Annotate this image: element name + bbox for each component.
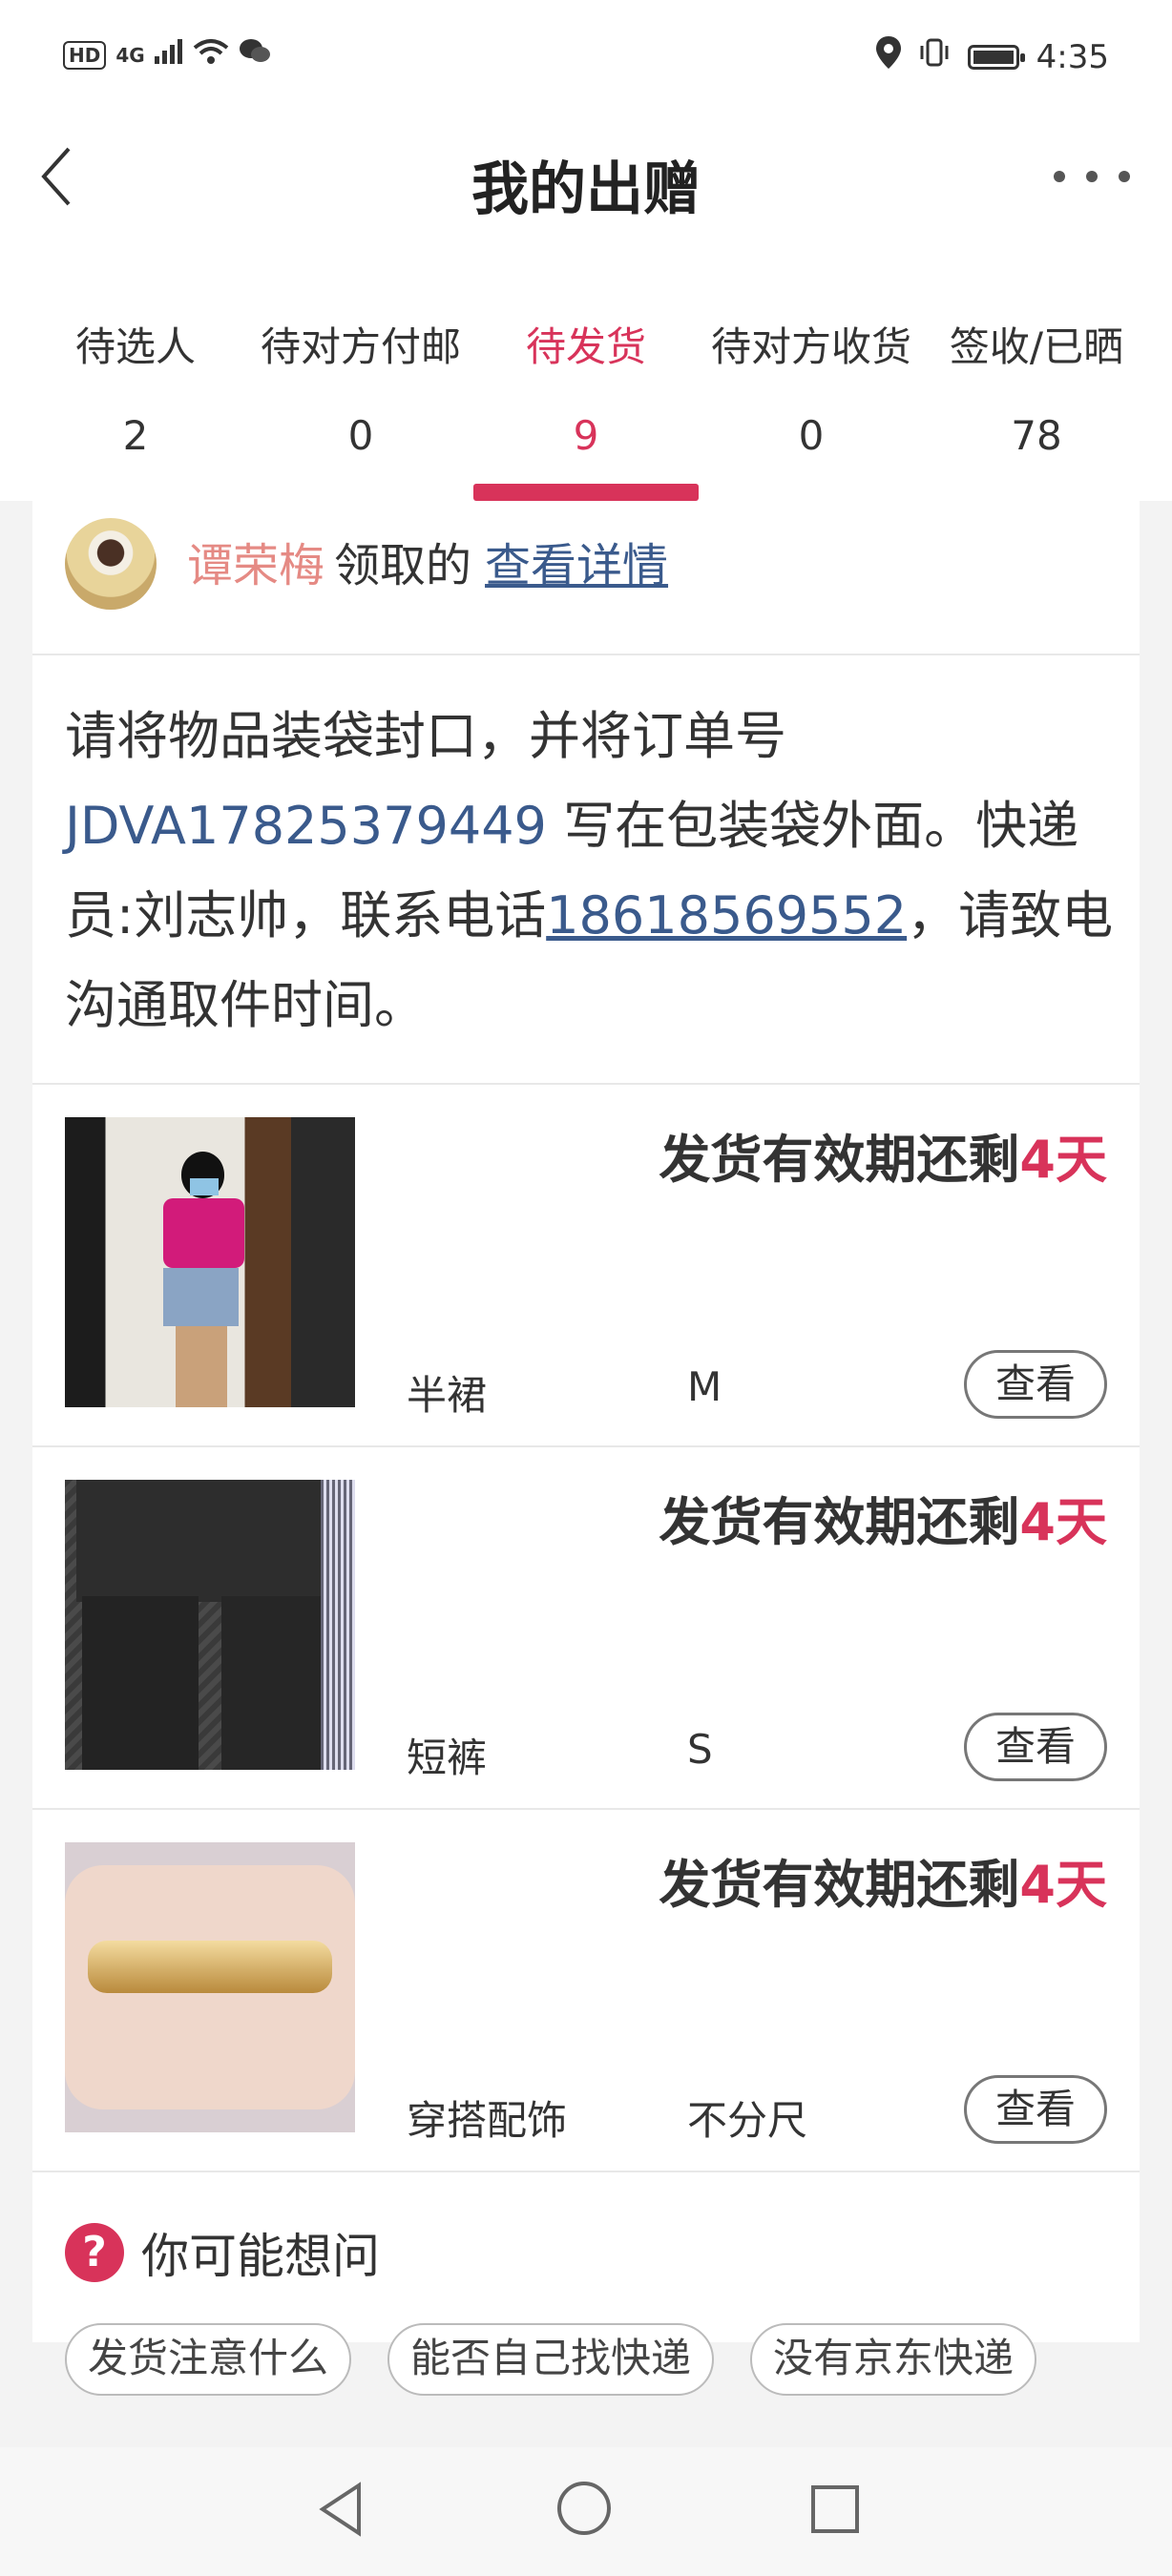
receiver-row: 谭荣梅 领取的 查看详情 bbox=[32, 501, 1140, 655]
order-card: 谭荣梅 领取的 查看详情 请将物品装袋封口，并将订单号 JDVA1782537944… bbox=[32, 501, 1140, 2396]
deadline-days: 4天 bbox=[1019, 1492, 1107, 1552]
more-dot bbox=[1119, 171, 1130, 182]
courier-phone-link[interactable]: 18618569552 bbox=[546, 885, 907, 945]
view-details-link[interactable]: 查看详情 bbox=[485, 539, 668, 592]
status-time: 4:35 bbox=[1036, 37, 1109, 76]
view-button[interactable]: 查看 bbox=[964, 1713, 1107, 1781]
more-options-button[interactable] bbox=[1054, 143, 1130, 210]
location-icon bbox=[875, 36, 901, 77]
item-size: M bbox=[687, 1363, 722, 1410]
tab-count: 78 bbox=[1011, 412, 1062, 459]
status-tabs: 待选人 2 待对方付邮 0 待发货 9 待对方收货 0 签收/已晒 78 bbox=[0, 239, 1172, 501]
item-category: 穿搭配饰 bbox=[407, 2097, 568, 2144]
tab-waiting-select[interactable]: 待选人 2 bbox=[23, 239, 248, 501]
item-category: 短裤 bbox=[407, 1735, 488, 1781]
tab-label: 待对方收货 bbox=[710, 323, 911, 370]
tab-count: 2 bbox=[122, 412, 149, 459]
faq-chip[interactable]: 能否自己找快递 bbox=[387, 2323, 715, 2396]
list-item: 发货有效期还剩4天 半裙 M 查看 bbox=[32, 1085, 1140, 1447]
tab-count: 0 bbox=[798, 412, 825, 459]
deadline-days: 4天 bbox=[1019, 1855, 1107, 1915]
faq-title: 你可能想问 bbox=[141, 2229, 380, 2284]
hd-badge: HD bbox=[63, 40, 107, 70]
receiver-line: 谭荣梅 领取的 查看详情 bbox=[187, 528, 668, 594]
order-number: JDVA17825379449 bbox=[65, 796, 547, 856]
item-size: 不分尺 bbox=[687, 2097, 808, 2144]
item-category: 半裙 bbox=[407, 1372, 488, 1419]
triangle-back-icon bbox=[319, 2482, 361, 2537]
item-thumbnail[interactable] bbox=[65, 1842, 355, 2132]
deadline-days: 4天 bbox=[1019, 1130, 1107, 1190]
shipping-instruction: 请将物品装袋封口，并将订单号 JDVA17825379449 写在包装袋外面。快… bbox=[65, 692, 1115, 1050]
view-button[interactable]: 查看 bbox=[964, 1350, 1107, 1419]
wechat-icon bbox=[239, 38, 271, 72]
faq-chip[interactable]: 没有京东快递 bbox=[750, 2323, 1037, 2396]
vibrate-icon bbox=[918, 36, 951, 77]
faq-chip[interactable]: 发货注意什么 bbox=[65, 2323, 352, 2396]
system-nav-bar bbox=[0, 2447, 1172, 2576]
tab-indicator bbox=[473, 484, 699, 501]
status-right: 4:35 bbox=[875, 36, 1109, 77]
tab-label: 待对方付邮 bbox=[260, 323, 461, 370]
page-title: 我的出赠 bbox=[471, 156, 701, 223]
tab-label: 待选人 bbox=[74, 323, 196, 370]
deadline-text: 发货有效期还剩 bbox=[659, 1492, 1020, 1552]
status-left: HD 4G bbox=[63, 38, 271, 72]
wifi-icon bbox=[193, 38, 229, 72]
app-header: 我的出赠 bbox=[0, 114, 1172, 239]
deadline-text: 发货有效期还剩 bbox=[659, 1130, 1020, 1190]
nav-back-button[interactable] bbox=[309, 2476, 376, 2543]
question-icon: ? bbox=[65, 2223, 124, 2282]
status-bar: HD 4G 4:35 bbox=[0, 0, 1172, 114]
more-dot bbox=[1086, 171, 1098, 182]
avatar[interactable] bbox=[65, 518, 157, 610]
deadline-text: 发货有效期还剩 bbox=[659, 1855, 1020, 1915]
nav-recent-apps-button[interactable] bbox=[811, 2485, 859, 2533]
nav-home-button[interactable] bbox=[557, 2482, 611, 2535]
receiver-action: 领取的 bbox=[334, 539, 472, 592]
signal-icon bbox=[154, 39, 183, 71]
ship-deadline: 发货有效期还剩4天 bbox=[659, 1117, 1107, 1193]
tab-count: 9 bbox=[573, 412, 599, 459]
faq-header: ? 你可能想问 bbox=[65, 2218, 380, 2287]
tab-label: 签收/已晒 bbox=[949, 323, 1124, 370]
list-item: 发货有效期还剩4天 短裤 S 查看 bbox=[32, 1447, 1140, 1810]
instruction-text: 请将物品装袋封口，并将订单号 bbox=[65, 706, 786, 766]
faq-chips: 发货注意什么 能否自己找快递 没有京东快递 bbox=[65, 2323, 1037, 2396]
receiver-name[interactable]: 谭荣梅 bbox=[187, 539, 324, 592]
tab-count: 0 bbox=[347, 412, 374, 459]
signal-label: 4G bbox=[115, 43, 145, 67]
battery-icon bbox=[967, 44, 1025, 70]
ship-deadline: 发货有效期还剩4天 bbox=[659, 1842, 1107, 1918]
ship-deadline: 发货有效期还剩4天 bbox=[659, 1480, 1107, 1555]
item-size: S bbox=[687, 1726, 713, 1773]
item-thumbnail[interactable] bbox=[65, 1480, 355, 1770]
tab-waiting-ship[interactable]: 待发货 9 bbox=[473, 239, 699, 501]
more-dot bbox=[1054, 171, 1065, 182]
tab-waiting-postage[interactable]: 待对方付邮 0 bbox=[248, 239, 473, 501]
view-button[interactable]: 查看 bbox=[964, 2075, 1107, 2144]
list-item: 发货有效期还剩4天 穿搭配饰 不分尺 查看 bbox=[32, 1810, 1140, 2172]
item-thumbnail[interactable] bbox=[65, 1117, 355, 1407]
tab-waiting-receive[interactable]: 待对方收货 0 bbox=[699, 239, 924, 501]
tab-label: 待发货 bbox=[525, 323, 646, 370]
tab-signed[interactable]: 签收/已晒 78 bbox=[924, 239, 1149, 501]
